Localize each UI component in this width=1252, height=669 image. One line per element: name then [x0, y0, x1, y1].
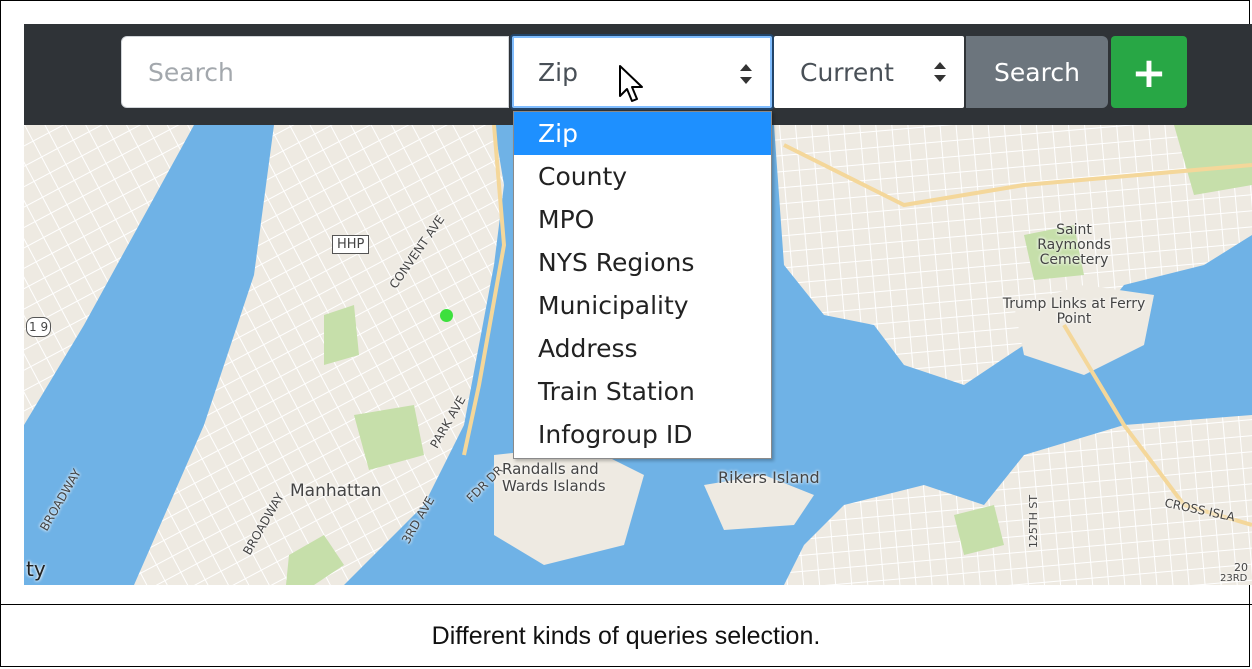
- map-label-hhp: HHP: [332, 235, 370, 254]
- map-label-manhattan: Manhattan: [290, 481, 382, 501]
- map-label-saint-raymonds: Saint Raymonds Cemetery: [1037, 222, 1111, 268]
- dropdown-option-zip[interactable]: Zip: [514, 112, 771, 155]
- dropdown-option-infogroup-id[interactable]: Infogroup ID: [514, 413, 771, 456]
- query-type-select-value: Zip: [538, 57, 578, 87]
- time-select-value: Current: [800, 57, 894, 87]
- mouse-cursor-icon: [619, 65, 643, 102]
- map-label-edge-23rd: 23RD: [1220, 573, 1248, 584]
- map-label-rikers-island: Rikers Island: [718, 468, 820, 487]
- search-button[interactable]: Search: [966, 36, 1108, 108]
- dropdown-option-address[interactable]: Address: [514, 327, 771, 370]
- map-label-trump-links: Trump Links at Ferry Point: [1002, 296, 1146, 327]
- map-label-edge-ty: ty: [26, 557, 46, 581]
- search-input[interactable]: [121, 36, 509, 108]
- select-arrows-icon: [740, 64, 752, 84]
- figure-caption: Different kinds of queries selection.: [431, 621, 821, 650]
- dropdown-option-nys-regions[interactable]: NYS Regions: [514, 241, 771, 284]
- select-arrows-icon: [934, 62, 946, 82]
- dropdown-option-county[interactable]: County: [514, 155, 771, 198]
- location-marker[interactable]: [440, 309, 453, 322]
- map-label-route-9: 1 9: [26, 317, 52, 337]
- dropdown-option-train-station[interactable]: Train Station: [514, 370, 771, 413]
- dropdown-option-municipality[interactable]: Municipality: [514, 284, 771, 327]
- map-label-randalls-wards: Randalls and Wards Islands: [502, 460, 606, 495]
- time-select[interactable]: Current: [774, 36, 964, 108]
- map-label-125th-st: 125TH ST: [1027, 494, 1041, 549]
- query-type-dropdown: Zip County MPO NYS Regions Municipality …: [513, 111, 772, 459]
- dropdown-option-mpo[interactable]: MPO: [514, 198, 771, 241]
- add-button[interactable]: +: [1111, 36, 1187, 108]
